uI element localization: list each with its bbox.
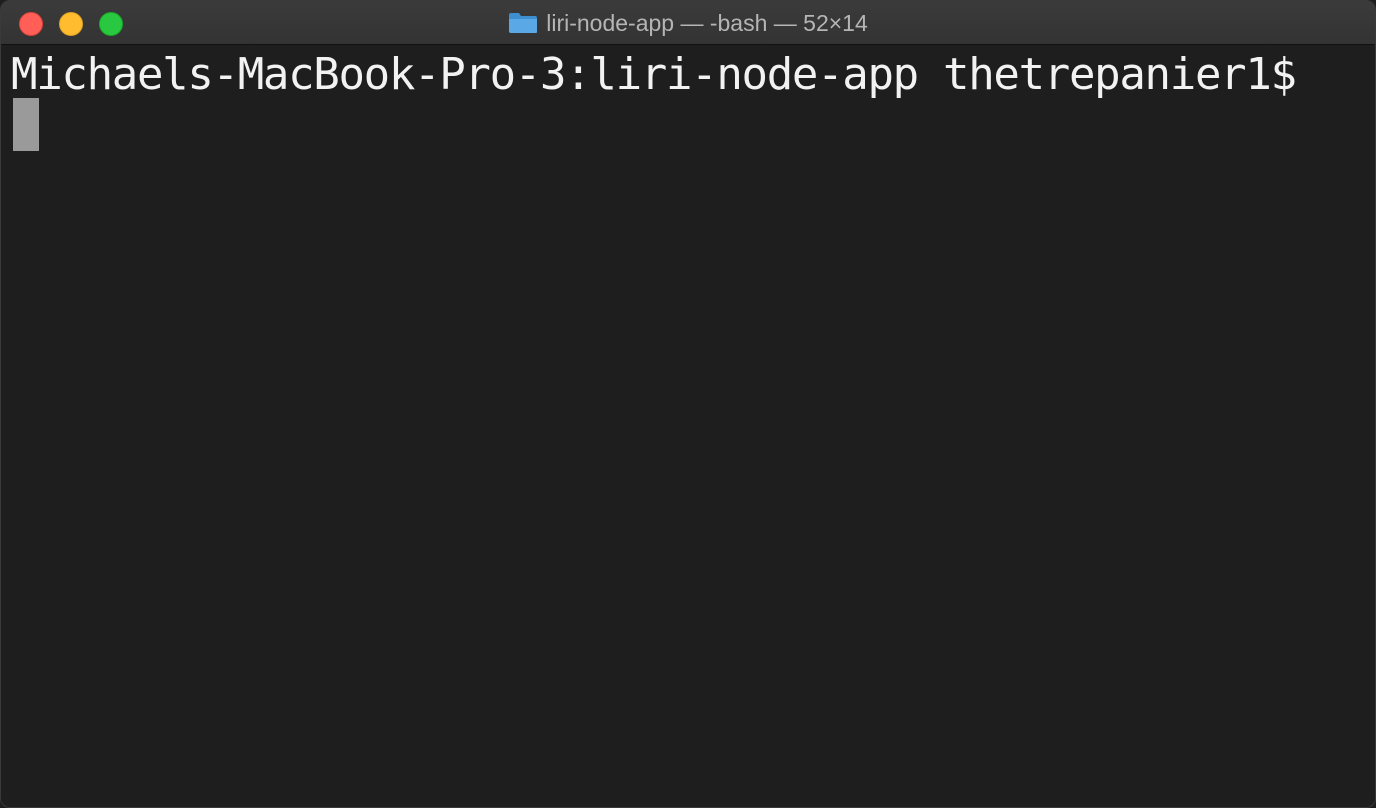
terminal-content[interactable]: Michaels-MacBook-Pro-3:liri-node-app the… xyxy=(1,45,1375,807)
text-cursor xyxy=(13,98,39,151)
terminal-window: liri-node-app — -bash — 52×14 Michaels-M… xyxy=(0,0,1376,808)
shell-prompt: Michaels-MacBook-Pro-3:liri-node-app the… xyxy=(11,49,1297,100)
window-title-group: liri-node-app — -bash — 52×14 xyxy=(1,1,1375,45)
window-title: liri-node-app — -bash — 52×14 xyxy=(546,9,868,36)
title-bar[interactable]: liri-node-app — -bash — 52×14 xyxy=(1,1,1375,45)
folder-icon xyxy=(508,12,538,34)
